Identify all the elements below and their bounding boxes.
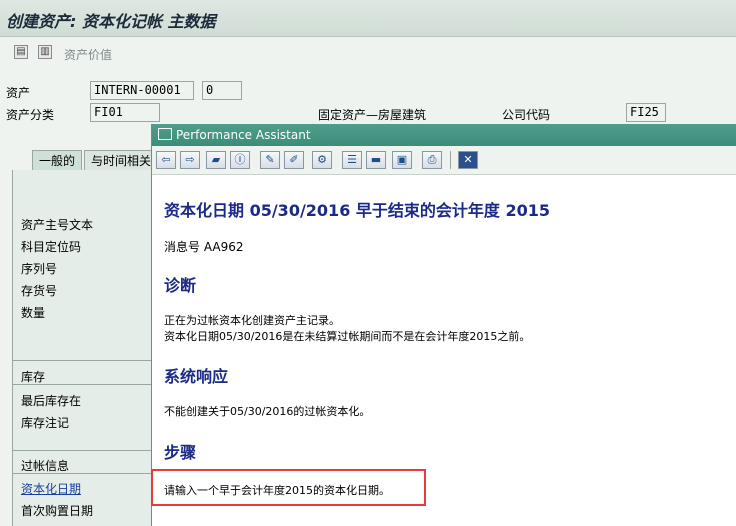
save-icon[interactable]: ▤ <box>14 45 28 59</box>
message-title: 资本化日期 05/30/2016 早于结束的会计年度 2015 <box>164 201 550 220</box>
tab-time-dependent-label: 与时间相关 <box>91 154 152 168</box>
general-tab-panel: 资产主号文本 科目定位码 序列号 存货号 数量 库存 最后库存在 库存注记 过帐… <box>12 170 155 526</box>
asset-subnumber-field[interactable]: 0 <box>202 81 242 100</box>
title-bar: 创建资产: 资本化记帐 主数据 <box>0 0 736 37</box>
dialog-title-bar[interactable]: Performance Assistant <box>152 124 736 146</box>
glossary-icon[interactable]: Ⓘ <box>230 151 250 169</box>
window-title: 创建资产: 资本化记帐 主数据 <box>6 12 216 31</box>
tab-general-label: 一般的 <box>39 154 76 168</box>
toolbar-separator <box>450 151 451 169</box>
diagnosis-line-2: 资本化日期05/30/2016是在未结算过帐期间而不是在会计年度2015之前。 <box>164 330 531 343</box>
technical-info-icon[interactable]: ⚙ <box>312 151 332 169</box>
asset-label: 资产 <box>6 86 31 100</box>
forward-arrow-icon[interactable]: ⇨ <box>180 151 200 169</box>
field-label-serial-number: 序列号 <box>21 262 58 276</box>
application-toolbar: ▤ ▥ 资产价值 <box>0 37 736 67</box>
dialog-toolbar: ⇦ ⇨ ▰ Ⓘ ✎ ✐ ⚙ ☰ ▬ ▣ ⎙ ✕ <box>152 146 736 175</box>
system-response-line: 不能创建关于05/30/2016的过帐资本化。 <box>164 405 371 418</box>
field-label-account-determination: 科目定位码 <box>21 240 82 254</box>
field-label-first-acquisition-date: 首次购置日期 <box>21 504 94 518</box>
note-icon[interactable]: ✐ <box>284 151 304 169</box>
dialog-icon <box>158 128 172 140</box>
field-label-quantity: 数量 <box>21 306 46 320</box>
section-inventory: 库存 <box>21 370 46 384</box>
company-code-field[interactable]: FI25 <box>626 103 666 122</box>
system-response-heading: 系统响应 <box>164 367 229 386</box>
table-of-contents-icon[interactable]: ☰ <box>342 151 362 169</box>
field-label-inventory-note: 库存注记 <box>21 416 70 430</box>
document-icon[interactable]: ▥ <box>38 45 52 59</box>
print-icon[interactable]: ⎙ <box>422 151 442 169</box>
close-icon[interactable]: ✕ <box>458 151 478 169</box>
blank-area <box>562 460 736 526</box>
asset-class-description: 固定资产—房屋建筑 <box>318 108 427 122</box>
diagnosis-line-1: 正在为过帐资本化创建资产主记录。 <box>164 314 340 327</box>
book-icon[interactable]: ▰ <box>206 151 226 169</box>
asset-number-field[interactable]: INTERN-00001 <box>90 81 194 100</box>
procedure-highlight-box <box>151 469 426 506</box>
asset-class-label: 资产分类 <box>6 108 55 122</box>
field-label-inventory-number: 存货号 <box>21 284 58 298</box>
edit-icon[interactable]: ✎ <box>260 151 280 169</box>
field-label-capitalization-date[interactable]: 资本化日期 <box>21 480 81 497</box>
bookmark-icon[interactable]: ▬ <box>366 151 386 169</box>
dialog-title: Performance Assistant <box>176 128 311 142</box>
section-posting-info: 过帐信息 <box>21 459 70 473</box>
back-arrow-icon[interactable]: ⇦ <box>156 151 176 169</box>
sap-window: 创建资产: 资本化记帐 主数据 ▤ ▥ 资产价值 资产 INTERN-00001… <box>0 0 736 526</box>
message-number: 消息号 AA962 <box>164 240 244 254</box>
section-divider <box>13 384 155 385</box>
section-divider <box>13 450 155 451</box>
company-code-label: 公司代码 <box>502 108 551 122</box>
section-divider <box>13 473 155 474</box>
tab-general[interactable]: 一般的 <box>32 150 83 171</box>
field-label-asset-main-text: 资产主号文本 <box>21 218 94 232</box>
procedure-heading: 步骤 <box>164 443 197 462</box>
diagnosis-heading: 诊断 <box>164 276 197 295</box>
asset-value-button[interactable]: 资产价值 <box>64 46 112 63</box>
settings-icon[interactable]: ▣ <box>392 151 412 169</box>
section-divider <box>13 360 155 361</box>
asset-class-field[interactable]: FI01 <box>90 103 160 122</box>
field-label-last-inventory: 最后库存在 <box>21 394 82 408</box>
